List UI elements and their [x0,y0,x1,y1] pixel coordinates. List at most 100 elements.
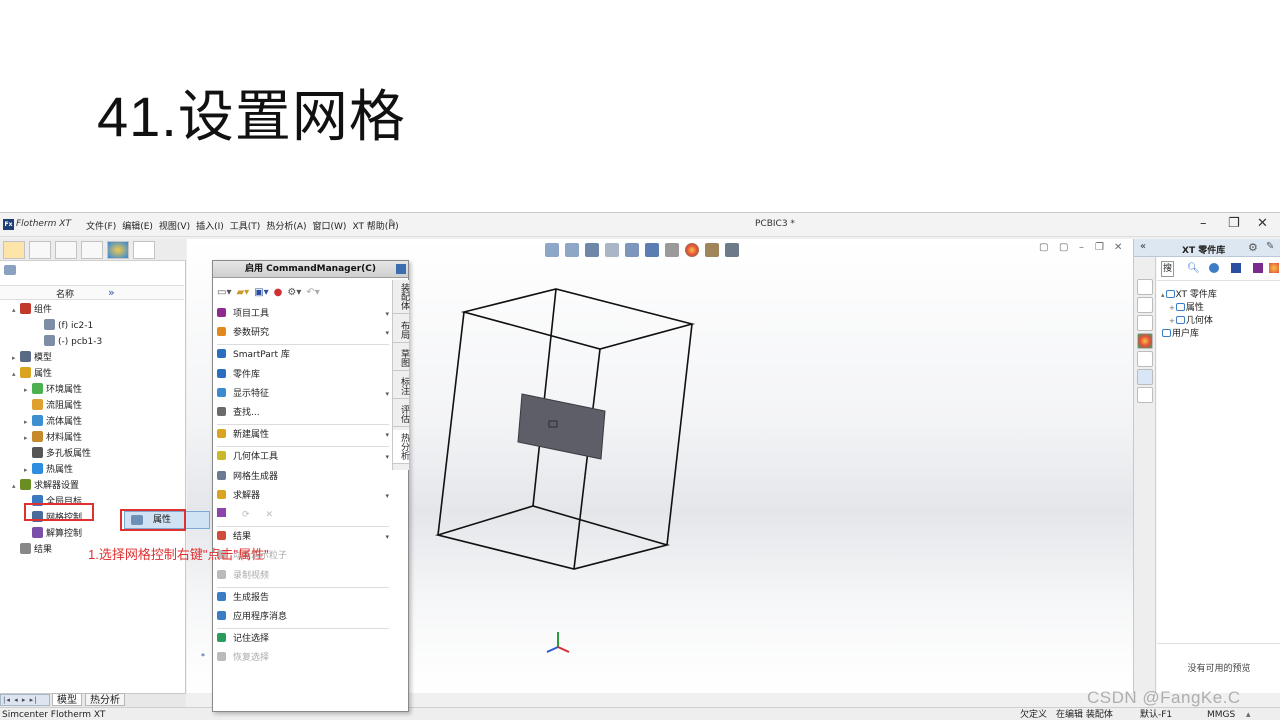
tree-expander-icon[interactable]: ▸ [24,463,32,477]
minimize-icon[interactable]: – [1200,216,1207,231]
expand-columns-icon[interactable]: » [108,286,115,299]
properties-icon[interactable] [1269,263,1279,273]
command-item[interactable]: 应用程序消息 [217,608,389,627]
tree-item[interactable]: ▴ 组件 [12,303,52,317]
command-item: 录制视频 [217,567,389,586]
command-item[interactable]: SmartPart 库 [217,346,389,365]
filter-icon[interactable] [4,265,16,275]
command-item[interactable]: 网格生成器 [217,468,389,487]
library-expander-icon[interactable]: + [1169,304,1175,312]
open-icon[interactable]: ▰▾ [236,287,249,298]
command-item[interactable]: 显示特征 ▾ [217,385,389,404]
tree-item[interactable]: (-) pcb1-3 [36,335,102,349]
command-item[interactable]: 查找... [217,404,389,423]
command-tab-5[interactable]: 热分析 [393,430,409,464]
tree-item[interactable]: 多孔板属性 [24,447,91,461]
status-units[interactable]: MMGS [1207,708,1235,720]
settings-gear-icon[interactable]: ⚙ [1248,241,1258,254]
new-document-icon[interactable]: ▭▾ [217,287,231,298]
units-dropdown-icon[interactable]: ▴ [1246,708,1251,720]
configuration-manager-tab-icon[interactable] [55,241,77,259]
tree-expander-icon[interactable]: ▸ [24,431,32,445]
close-icon[interactable]: ✕ [1257,216,1268,231]
tree-item[interactable]: ▸ 模型 [12,351,52,365]
undo-icon[interactable]: ↶▾ [306,287,319,298]
display-manager-tab-icon[interactable] [107,241,129,259]
command-tab-1[interactable]: 布局 [393,318,409,343]
search-icon[interactable]: 🔍︎ [1187,263,1200,274]
appearance-tab-icon[interactable] [1137,333,1153,349]
tree-expander-icon[interactable]: ▸ [24,415,32,429]
command-tab-0[interactable]: 装配体 [393,280,409,314]
command-item[interactable]: 生成报告 [217,589,389,608]
command-item[interactable]: 项目工具 ▾ [217,305,389,324]
tree-expander-icon[interactable]: ▴ [12,303,20,317]
library-tree-item[interactable]: + 属性 [1169,300,1204,313]
property-manager-tab-icon[interactable] [29,241,51,259]
tree-item[interactable]: ▸ 流体属性 [24,415,82,429]
command-item[interactable]: 记住选择 [217,630,389,649]
command-tab-2[interactable]: 草图 [393,346,409,371]
command-item[interactable]: 几何体工具 ▾ [217,448,389,467]
menu-item-3[interactable]: 插入(I) [196,219,224,232]
tree-expander-icon[interactable]: ▸ [12,351,20,365]
flotherm-tab-icon[interactable] [133,241,155,259]
tree-item[interactable]: 解算控制 [24,527,82,541]
delete-from-library-icon[interactable] [1253,263,1263,273]
home-tab-icon[interactable] [1137,279,1153,295]
pin-panel-icon[interactable]: ✎ [1266,241,1274,252]
library-tree-item[interactable]: + 几何体 [1169,313,1213,326]
command-item[interactable]: 求解器 ▾ [217,487,389,506]
tree-item[interactable]: (f) ic2-1 [36,319,93,333]
library-tab-icon[interactable] [1137,297,1153,313]
library-tree-item[interactable]: ▴ XT 零件库 [1161,287,1217,300]
results-plot-icon[interactable] [217,508,226,517]
search-tab[interactable]: 搜 [1161,261,1174,277]
tree-item[interactable]: ▴ 属性 [12,367,52,381]
tree-expander-icon[interactable]: ▴ [12,367,20,381]
command-item[interactable]: 新建属性 ▾ [217,426,389,445]
preview-tab-icon[interactable] [1137,387,1153,403]
status-shortcut[interactable]: 默认-F1 [1140,708,1172,720]
tree-item[interactable]: ▸ 环境属性 [24,383,82,397]
library-expander-icon[interactable]: + [1169,317,1175,325]
tree-item[interactable]: ▸ 材料属性 [24,431,82,445]
library-expander-icon[interactable]: ▴ [1161,291,1165,299]
perforated-plate-icon [32,447,43,458]
tree-item[interactable]: 流阻属性 [24,399,82,413]
tree-item[interactable]: 结果 [12,543,52,557]
command-manager-toggle-icon[interactable] [396,264,406,274]
tab-thermal-analysis[interactable]: 热分析 [85,693,125,706]
save-icon[interactable]: ▣▾ [254,287,268,298]
command-item[interactable]: 参数研究 ▾ [217,324,389,343]
dimxpert-tab-icon[interactable] [81,241,103,259]
custom-properties-tab-icon[interactable] [1137,351,1153,367]
tab-scroll-arrows-icon[interactable]: |◂ ◂ ▸ ▸| [0,694,50,706]
refresh-icon[interactable] [1209,263,1219,273]
tree-item[interactable]: ▸ 热属性 [24,463,73,477]
rebuild-icon[interactable]: ● [274,287,283,298]
command-tab-4[interactable]: 评估 [393,402,409,427]
menu-item-2[interactable]: 视图(V) [159,219,190,232]
tree-expander-icon[interactable]: ▴ [12,479,20,493]
options-gear-icon[interactable]: ⚙▾ [287,287,301,298]
menu-item-1[interactable]: 编辑(E) [122,219,153,232]
xt-library-tab-icon[interactable] [1137,369,1153,385]
tree-item[interactable]: ▴ 求解器设置 [12,479,79,493]
command-item[interactable]: 零件库 [217,366,389,385]
maximize-icon[interactable]: ❐ [1228,216,1240,231]
menu-item-5[interactable]: 热分析(A) [266,219,306,232]
command-tab-3[interactable]: 标注 [393,374,409,399]
collapse-panel-icon[interactable]: « [1140,241,1146,252]
file-explorer-tab-icon[interactable] [1137,315,1153,331]
library-tree-item[interactable]: 用户库 [1161,326,1199,339]
tree-expander-icon[interactable]: ▸ [24,383,32,397]
tab-model[interactable]: 模型 [52,693,82,706]
command-manager-title[interactable]: 启用 CommandManager(C) [213,261,408,278]
menu-item-0[interactable]: 文件(F) [86,219,116,232]
menu-item-6[interactable]: 窗口(W) [313,219,347,232]
menu-item-4[interactable]: 工具(T) [230,219,261,232]
pin-icon[interactable]: ✎ [388,218,396,229]
add-to-library-icon[interactable] [1231,263,1241,273]
feature-manager-tab-icon[interactable] [3,241,25,259]
